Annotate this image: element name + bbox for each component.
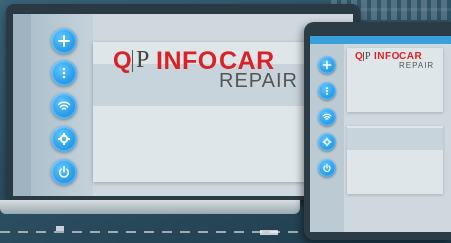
content-card-secondary (347, 126, 443, 194)
laptop-sidebar (13, 14, 93, 196)
wifi-icon (322, 113, 332, 120)
add-button[interactable] (318, 56, 336, 74)
settings-icon (322, 137, 332, 147)
tablet-screen: Q P INFO CAR REPAIR (310, 36, 451, 232)
background-dash-block (260, 230, 278, 235)
more-vertical-icon (62, 67, 66, 79)
plus-icon (58, 35, 70, 47)
background-line (360, 8, 451, 11)
tablet-sidebar (310, 44, 344, 232)
more-options-button[interactable] (318, 82, 336, 100)
background-dash-block (56, 226, 64, 231)
power-button[interactable] (51, 159, 77, 185)
settings-icon (58, 133, 70, 145)
sidebar-edge (13, 14, 31, 196)
more-options-button[interactable] (51, 60, 77, 86)
logo-p: P (136, 47, 150, 73)
laptop-screen: Q P INFO CAR REPAIR (13, 14, 353, 196)
logo-p: P (365, 51, 371, 62)
content-card: Q P INFO CAR REPAIR (347, 48, 443, 112)
add-button[interactable] (51, 28, 77, 54)
tablet-top-bar (310, 36, 451, 44)
logo-separator (132, 50, 133, 72)
wifi-icon (57, 101, 71, 110)
laptop-base (0, 200, 300, 214)
logo-info: INFO (156, 47, 218, 75)
logo-repair: REPAIR (219, 70, 298, 92)
logo-repair: REPAIR (399, 61, 435, 70)
card-band (347, 128, 443, 150)
tablet-device: Q P INFO CAR REPAIR (304, 22, 451, 240)
logo-q: Q (113, 47, 133, 74)
power-icon (323, 163, 331, 173)
more-vertical-icon (326, 87, 328, 95)
power-icon (58, 166, 70, 178)
settings-button[interactable] (318, 133, 336, 151)
plus-icon (322, 60, 332, 70)
power-button[interactable] (318, 159, 336, 177)
settings-button[interactable] (51, 126, 77, 152)
wifi-button[interactable] (51, 93, 77, 119)
wifi-button[interactable] (318, 108, 336, 126)
logo-separator (363, 52, 364, 61)
logo-info: INFO (374, 51, 400, 62)
